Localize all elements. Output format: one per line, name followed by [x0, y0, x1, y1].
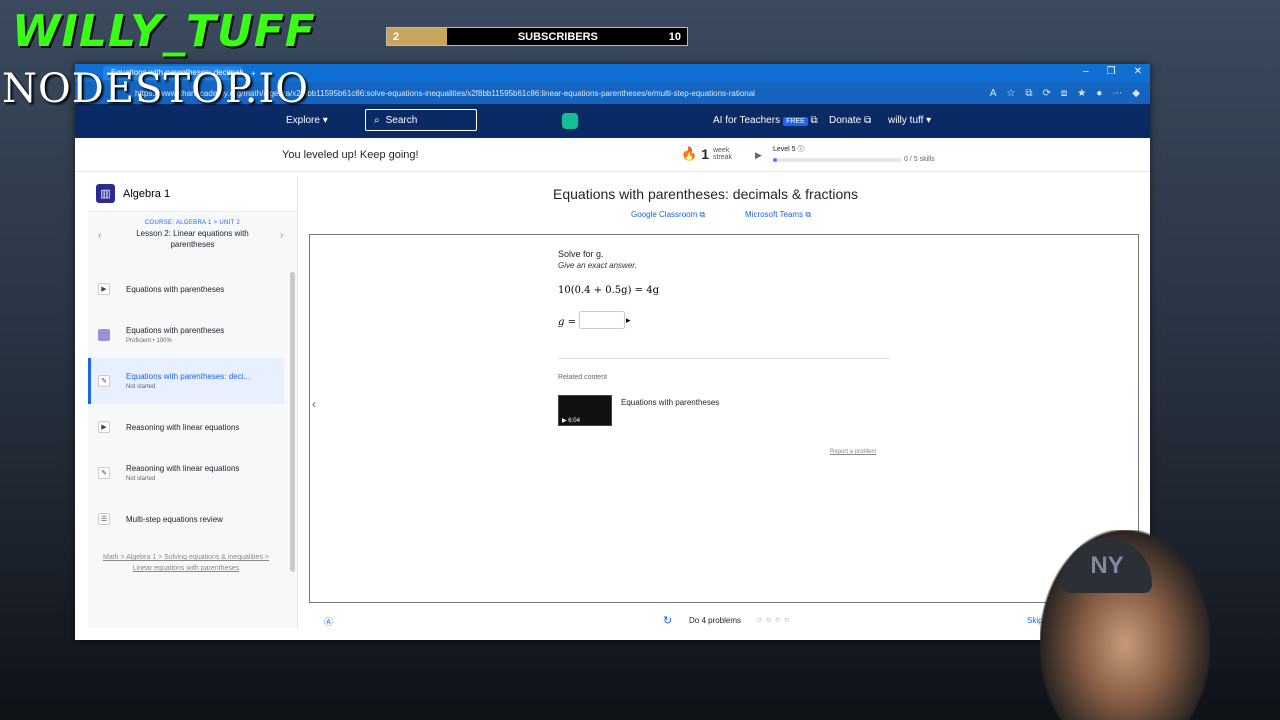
exercise-area: ‹ Solve for g. Give an exact answer. 10(…: [309, 234, 1139, 603]
video-play-icon: ▶: [98, 421, 110, 433]
lesson-item-list: ▶ Equations with parentheses Equations w…: [88, 266, 297, 542]
list-item[interactable]: ▶ Equations with parentheses: [88, 266, 284, 312]
external-link-icon: ⧉: [810, 115, 818, 126]
course-title: Algebra 1: [123, 187, 171, 200]
pencil-icon: ✎: [98, 375, 110, 387]
divider: [558, 358, 890, 359]
google-classroom-link[interactable]: Google Classroom ⧉: [631, 210, 705, 220]
cap-logo-icon: NY: [1062, 538, 1152, 593]
donate-link[interactable]: Donate ⧉: [829, 115, 871, 126]
subscriber-label: SUBSCRIBERS: [517, 30, 598, 43]
browser-window: Equations with parentheses: decimals & f…: [75, 64, 1150, 640]
level-progress-track: [773, 158, 901, 162]
course-sidebar: ▥ Algebra 1 COURSE: ALGEBRA 1 > UNIT 2 ‹…: [88, 176, 298, 628]
related-video-title[interactable]: Equations with parentheses: [621, 398, 719, 407]
subscriber-current: 2: [393, 30, 400, 43]
list-item[interactable]: Equations with parentheses Proficient • …: [88, 312, 284, 358]
exercise-footer: Ⓐ ↻ Do 4 problems ○ ○ ○ ○ Skip: [309, 610, 1149, 632]
problem-prompt: Solve for g.: [558, 249, 604, 259]
problem-count: Do 4 problems: [689, 616, 742, 625]
answer-label: g =: [558, 317, 576, 328]
subscriber-goal-bar: 2 SUBSCRIBERS 10: [386, 27, 688, 46]
list-item[interactable]: ✎ Reasoning with linear equations Not st…: [88, 450, 284, 496]
more-menu-icon[interactable]: ⋯: [1112, 88, 1122, 99]
refresh-icon[interactable]: ⟳: [1043, 88, 1051, 99]
favorite-star-icon[interactable]: ☆: [1006, 88, 1015, 99]
external-link-icon: ⧉: [864, 115, 872, 126]
user-menu[interactable]: willy tuff ▾: [888, 115, 931, 126]
level-banner: You leveled up! Keep going! 🔥 1 week stre…: [75, 138, 1150, 172]
chevron-down-icon: ▾: [322, 115, 328, 126]
lesson-title: Lesson 2: Linear equations with parenthe…: [136, 229, 249, 249]
search-icon: ⌕: [374, 114, 380, 126]
external-link-icon: ⧉: [805, 210, 812, 219]
list-item[interactable]: ☰ Multi-step equations review: [88, 496, 284, 542]
course-header[interactable]: ▥ Algebra 1: [88, 176, 297, 212]
report-problem-link[interactable]: Report a problem: [830, 449, 876, 455]
page-title: Equations with parentheses: decimals & f…: [553, 186, 859, 202]
profile-icon[interactable]: ●: [1096, 88, 1102, 99]
accessibility-icon[interactable]: Ⓐ: [324, 615, 333, 628]
answer-input[interactable]: [579, 311, 625, 329]
streak-label-week: week: [712, 147, 730, 154]
collections-icon[interactable]: ⧈: [1061, 88, 1067, 99]
free-badge: FREE: [783, 117, 808, 126]
copilot-icon[interactable]: ◆: [1132, 88, 1140, 99]
khan-logo-icon[interactable]: [562, 113, 578, 129]
microsoft-teams-link[interactable]: Microsoft Teams ⧉: [745, 210, 811, 220]
external-link-icon: ⧉: [699, 210, 706, 219]
equation: 10(0.4 + 0.5g) = 4g: [558, 285, 659, 296]
video-duration: ▶ 6:04: [562, 418, 580, 424]
subscriber-goal: 10: [668, 30, 681, 43]
search-box[interactable]: ⌕ Search: [365, 109, 477, 131]
sidebar-scrollbar[interactable]: [290, 272, 295, 572]
breadcrumb[interactable]: Math > Algebra 1 > Solving equations & i…: [88, 552, 284, 574]
video-thumbnail[interactable]: ▶ 6:04: [558, 395, 612, 426]
favorites-icon[interactable]: ★: [1077, 88, 1086, 99]
streak-label-streak: streak: [712, 154, 733, 161]
video-play-icon: ▶: [98, 283, 110, 295]
explore-menu[interactable]: Explore ▾: [286, 115, 328, 126]
problem-instruction: Give an exact answer.: [558, 261, 637, 270]
extensions-icon[interactable]: ⧉: [1025, 88, 1032, 99]
minimize-button[interactable]: –: [1083, 66, 1089, 77]
progress-dots: ○ ○ ○ ○: [757, 615, 790, 624]
skills-count: 0 / 5 skills: [904, 156, 935, 163]
chevron-right-icon[interactable]: ›: [280, 230, 283, 241]
book-icon: ▥: [96, 184, 115, 203]
mouse-cursor-icon: ▸: [626, 315, 631, 325]
channel-name: WILLY_TUFF: [12, 6, 316, 57]
streak-indicator[interactable]: 🔥 1 week streak: [681, 146, 732, 162]
site-watermark: NODESTOP.IO: [2, 66, 310, 112]
streak-count: 1: [701, 146, 709, 162]
pencil-icon: ✎: [98, 467, 110, 479]
chevron-left-icon[interactable]: ‹: [98, 230, 101, 241]
chevron-down-icon: ▾: [926, 115, 932, 126]
list-item[interactable]: ✎ Equations with parentheses: deci... No…: [88, 358, 284, 404]
webcam-feed: NY: [1040, 530, 1210, 720]
info-icon: ⓘ: [797, 146, 805, 153]
proficient-icon: [98, 329, 110, 341]
read-aloud-icon[interactable]: A: [990, 88, 997, 99]
ai-for-teachers-link[interactable]: AI for Teachers FREE ⧉: [713, 115, 818, 126]
maximize-button[interactable]: ❐: [1107, 66, 1116, 77]
list-item[interactable]: ▶ Reasoning with linear equations: [88, 404, 284, 450]
review-icon: ☰: [98, 513, 110, 525]
related-content-heading: Related content: [558, 374, 608, 381]
search-label: Search: [385, 114, 418, 126]
level-label[interactable]: Level 5 ⓘ: [773, 144, 805, 154]
level-up-message: You leveled up! Keep going!: [282, 149, 419, 161]
play-icon[interactable]: ▶: [755, 150, 762, 161]
collapse-sidebar-icon[interactable]: ‹: [312, 397, 316, 411]
flame-icon: 🔥: [681, 146, 698, 161]
close-window-button[interactable]: ✕: [1134, 66, 1142, 77]
level-progress-fill: [773, 158, 777, 162]
refresh-problem-icon[interactable]: ↻: [663, 614, 672, 627]
